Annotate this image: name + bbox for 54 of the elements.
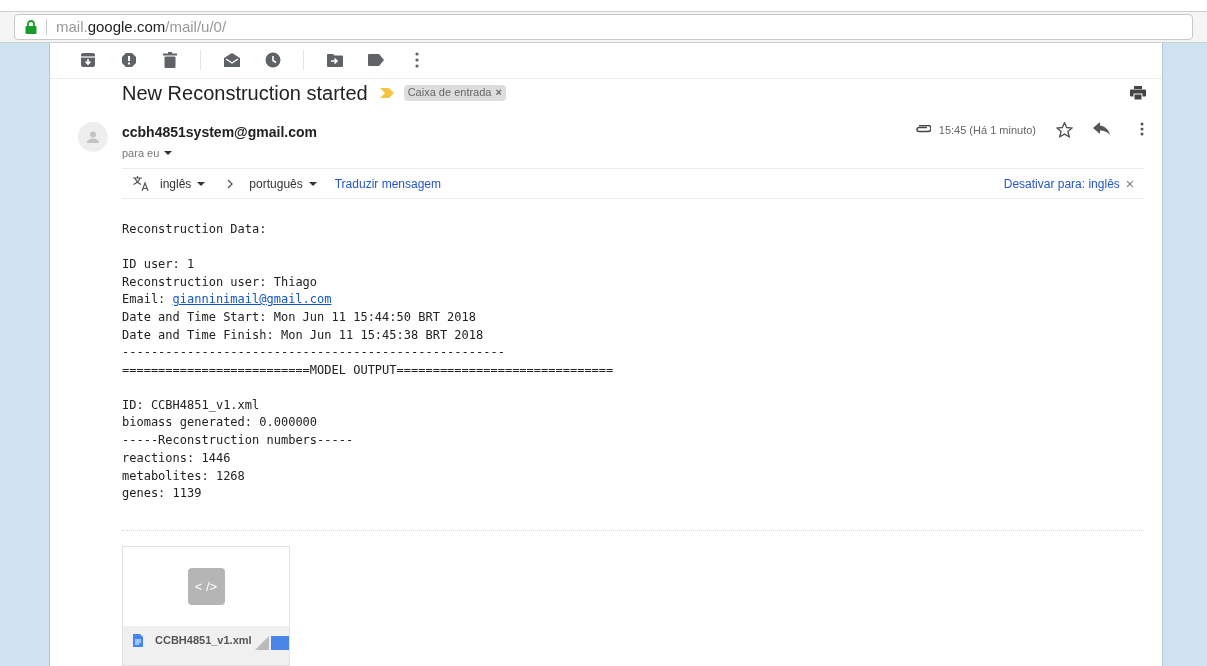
caret-icon: [308, 181, 317, 186]
person-icon: [87, 130, 99, 143]
remove-label-button[interactable]: ×: [495, 87, 502, 99]
target-language-dropdown[interactable]: português: [249, 174, 317, 193]
move-to-folder-icon[interactable]: [326, 53, 343, 68]
source-language-dropdown[interactable]: inglês: [160, 174, 206, 193]
body-line: genes: 1139: [122, 485, 203, 503]
print-icon[interactable]: [1130, 85, 1146, 100]
caret-icon: [197, 181, 206, 186]
archive-icon[interactable]: [79, 52, 96, 69]
more-options-icon[interactable]: [1140, 121, 1144, 136]
report-spam-icon[interactable]: [120, 52, 137, 69]
caret-icon: [164, 150, 173, 155]
envelope-icon[interactable]: [222, 52, 241, 69]
corner-fold-icon: [255, 636, 289, 650]
recipient-text: para eu: [122, 145, 160, 161]
body-line: Reconstruction user: Thiago: [122, 273, 319, 291]
translate-icon: [132, 176, 150, 192]
label-icon[interactable]: [367, 54, 384, 67]
url-text: mail.google.com/mail/u/0/: [56, 16, 227, 37]
padlock-icon: [25, 20, 37, 34]
email-subject: New Reconstruction started: [122, 80, 368, 106]
importance-marker-icon[interactable]: [379, 87, 394, 98]
chevron-right-icon: [227, 178, 234, 189]
close-button[interactable]: ×: [1125, 176, 1134, 191]
email-link[interactable]: gianninimail@gmail.com: [172, 291, 332, 309]
more-options-icon[interactable]: [414, 52, 419, 69]
paperclip-icon: [914, 124, 931, 134]
attachment-card[interactable]: < /> CCBH4851_v1.xml: [122, 546, 290, 666]
body-line: -----------------------------------------------------: [122, 344, 506, 362]
attachment-filename: CCBH4851_v1.xml: [155, 634, 252, 647]
body-line: biomass generated: 0.000000: [122, 414, 319, 432]
body-line: ==========================MODEL OUTPUT==============================: [122, 362, 615, 380]
document-icon: [133, 634, 143, 647]
star-icon[interactable]: [1056, 121, 1073, 138]
body-line: metabolites: 1268: [122, 467, 246, 485]
sender-address: ccbh4851system@gmail.com: [122, 122, 317, 142]
body-line: Email:: [122, 291, 166, 309]
body-line: ID: CCBH4851_v1.xml: [122, 396, 261, 414]
address-bar[interactable]: mail.google.com/mail/u/0/: [14, 14, 1193, 40]
body-line: Reconstruction Data:: [122, 221, 268, 239]
reply-icon[interactable]: [1093, 121, 1110, 135]
body-line: -----Reconstruction numbers-----: [122, 432, 355, 450]
body-line: Date and Time Finish: Mon Jun 11 15:45:38 BRT 2018: [122, 326, 485, 344]
body-line: Date and Time Start: Mon Jun 11 15:44:50 BRT 2018: [122, 308, 477, 326]
translate-message-link[interactable]: Traduzir mensagem: [334, 174, 441, 193]
body-line: reactions: 1446: [122, 449, 232, 467]
disable-translation-link[interactable]: Desativar para: inglês: [1003, 174, 1120, 193]
time-text: 15:45 (Há 1 minuto): [938, 122, 1036, 138]
body-line: ID user: 1: [122, 255, 196, 273]
trash-icon[interactable]: [162, 52, 177, 69]
code-file-thumbnail: < />: [187, 568, 225, 605]
clock-icon[interactable]: [264, 52, 281, 69]
label-text: Caixa de entrada: [407, 85, 492, 101]
